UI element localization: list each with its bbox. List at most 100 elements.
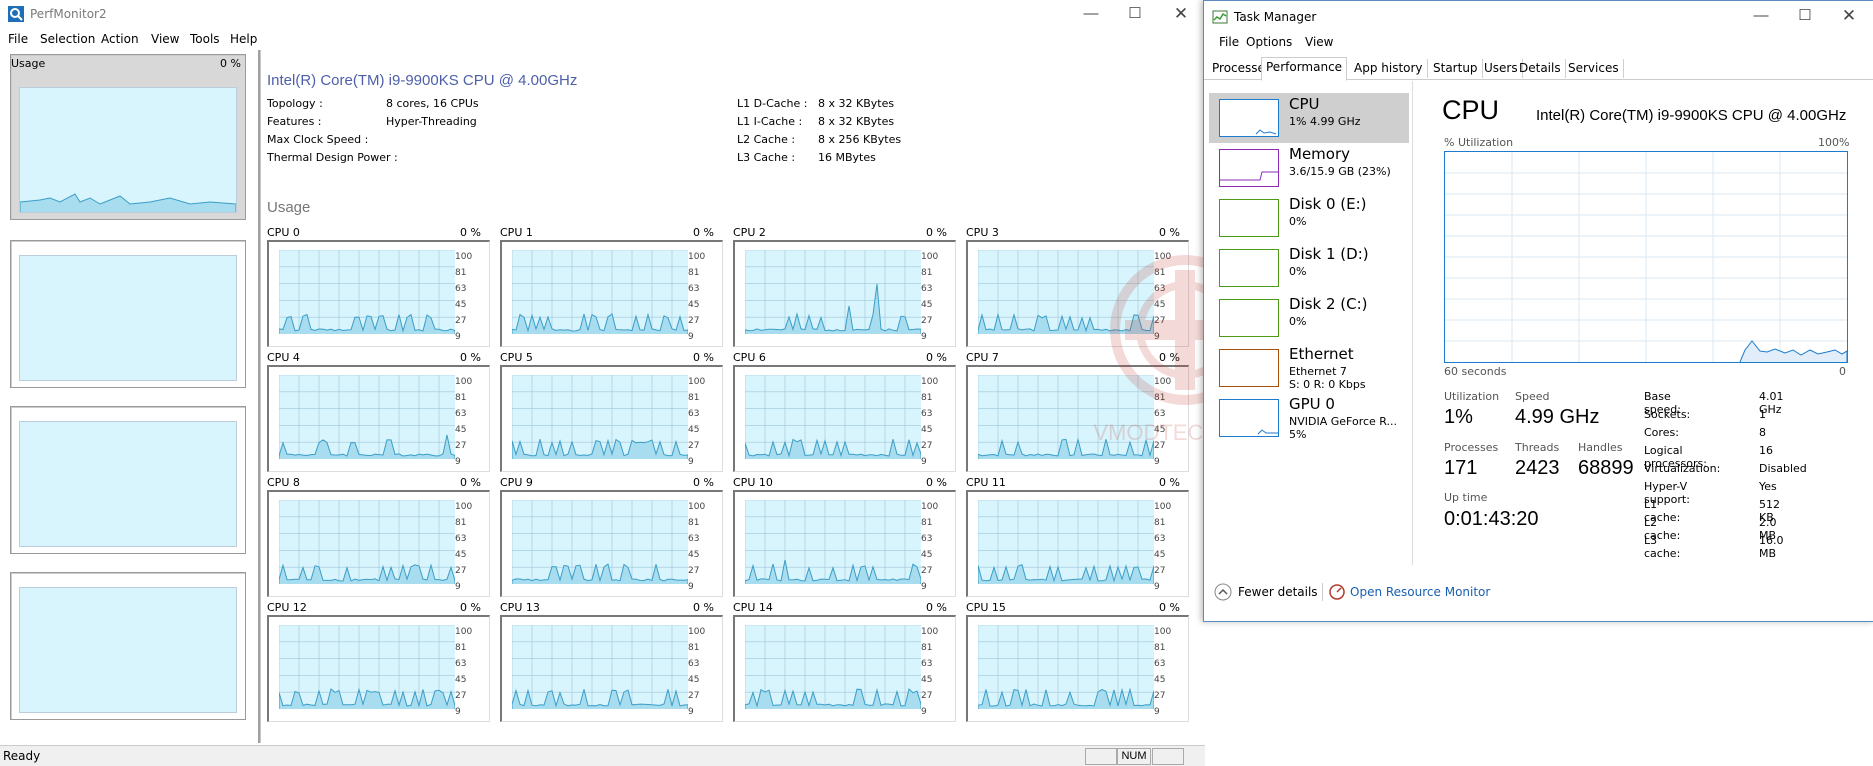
perfmonitor-title: PerfMonitor2 xyxy=(30,7,107,21)
core-label: CPU 5 xyxy=(500,351,533,364)
core-axis-tick: 9 xyxy=(1154,457,1160,467)
core-graph-frame: 100 81 63 45 27 9 xyxy=(733,490,956,597)
resource-item-ethernet[interactable]: Ethernet Ethernet 7 S: 0 R: 0 Kbps xyxy=(1209,343,1409,393)
stat-speed-label: Speed xyxy=(1515,390,1550,403)
core-graph-cpu-14[interactable]: CPU 14 0 % 100 81 63 45 27 9 xyxy=(733,601,956,722)
resource-item-disk-0-e[interactable]: Disk 0 (E:) 0% xyxy=(1209,193,1409,243)
chevron-up-icon[interactable] xyxy=(1214,583,1232,601)
core-graph-cpu-9[interactable]: CPU 9 0 % 100 81 63 45 27 9 xyxy=(500,476,723,597)
core-axis-tick: 100 xyxy=(921,627,939,637)
core-graph-cpu-11[interactable]: CPU 11 0 % 100 81 63 45 27 9 xyxy=(966,476,1189,597)
cpu-utilization-chart xyxy=(1445,152,1848,363)
menu-file[interactable]: File xyxy=(8,32,28,46)
core-percent: 0 % xyxy=(460,226,481,239)
spec-value: 8 xyxy=(1759,426,1766,439)
core-graph-frame: 100 81 63 45 27 9 xyxy=(966,490,1189,597)
close-button[interactable]: ✕ xyxy=(1160,3,1202,25)
spec-l2-value: 8 x 256 KBytes xyxy=(818,133,902,146)
cpu-name-heading: Intel(R) Core(TM) i9-9900KS CPU @ 4.00GH… xyxy=(267,72,578,89)
status-num: NUM xyxy=(1117,748,1151,765)
tab-performance[interactable]: Performance xyxy=(1261,57,1348,81)
stat-processes-value: 171 xyxy=(1444,457,1478,479)
menu-action[interactable]: Action xyxy=(101,32,139,46)
menu-selection[interactable]: Selection xyxy=(40,32,95,46)
core-graph-cpu-13[interactable]: CPU 13 0 % 100 81 63 45 27 9 xyxy=(500,601,723,722)
resource-item-memory[interactable]: Memory 3.6/15.9 GB (23%) xyxy=(1209,143,1409,193)
tm-menu-file[interactable]: File xyxy=(1219,35,1239,49)
resource-sparkline xyxy=(1220,200,1278,236)
core-axis-tick: 9 xyxy=(921,707,927,717)
resource-item-gpu-0[interactable]: GPU 0 NVIDIA GeForce R... 5% xyxy=(1209,393,1409,443)
spec-value: 16.0 MB xyxy=(1759,534,1784,560)
core-axis-tick: 45 xyxy=(455,300,467,310)
core-graph-cpu-0[interactable]: CPU 0 0 % 100 81 63 45 27 9 xyxy=(267,226,490,347)
core-label: CPU 14 xyxy=(733,601,773,614)
tab-details[interactable]: Details xyxy=(1515,59,1566,78)
core-axis-tick: 81 xyxy=(1154,518,1166,528)
core-label: CPU 6 xyxy=(733,351,766,364)
core-axis-tick: 45 xyxy=(921,675,933,685)
core-graph-cpu-1[interactable]: CPU 1 0 % 100 81 63 45 27 9 xyxy=(500,226,723,347)
resource-thumbnail xyxy=(1219,349,1279,387)
stat-uptime-label: Up time xyxy=(1444,491,1488,504)
core-axis-tick: 27 xyxy=(1154,691,1166,701)
stat-speed-value: 4.99 GHz xyxy=(1515,406,1600,428)
core-graph-cpu-5[interactable]: CPU 5 0 % 100 81 63 45 27 9 xyxy=(500,351,723,472)
stat-uptime-value: 0:01:43:20 xyxy=(1444,508,1539,530)
tab-startup[interactable]: Startup xyxy=(1429,59,1483,78)
core-graph-cpu-2[interactable]: CPU 2 0 % 100 81 63 45 27 9 xyxy=(733,226,956,347)
core-axis-tick: 45 xyxy=(921,300,933,310)
left-panel-2[interactable] xyxy=(10,240,246,388)
core-graph-frame: 100 81 63 45 27 9 xyxy=(500,240,723,347)
core-graph-cpu-15[interactable]: CPU 15 0 % 100 81 63 45 27 9 xyxy=(966,601,1189,722)
core-axis-tick: 45 xyxy=(688,425,700,435)
core-axis-tick: 100 xyxy=(921,377,939,387)
tm-menu-view[interactable]: View xyxy=(1305,35,1333,49)
core-axis-tick: 9 xyxy=(1154,582,1160,592)
tm-menu-options[interactable]: Options xyxy=(1246,35,1292,49)
core-graph-cpu-4[interactable]: CPU 4 0 % 100 81 63 45 27 9 xyxy=(267,351,490,472)
core-axis-tick: 81 xyxy=(455,643,467,653)
menu-tools[interactable]: Tools xyxy=(190,32,220,46)
core-sparkline xyxy=(279,375,455,459)
core-percent: 0 % xyxy=(1159,226,1180,239)
core-axis-tick: 63 xyxy=(455,409,467,419)
core-axis-tick: 100 xyxy=(455,377,473,387)
resource-item-cpu[interactable]: CPU 1% 4.99 GHz xyxy=(1209,93,1409,143)
core-axis-tick: 9 xyxy=(688,457,694,467)
core-graph-cpu-8[interactable]: CPU 8 0 % 100 81 63 45 27 9 xyxy=(267,476,490,597)
core-graph-cpu-12[interactable]: CPU 12 0 % 100 81 63 45 27 9 xyxy=(267,601,490,722)
tm-close-button[interactable]: ✕ xyxy=(1828,5,1870,27)
resource-item-disk-1-d[interactable]: Disk 1 (D:) 0% xyxy=(1209,243,1409,293)
left-panel-4[interactable] xyxy=(10,572,246,720)
core-percent: 0 % xyxy=(926,351,947,364)
resource-item-disk-2-c[interactable]: Disk 2 (C:) 0% xyxy=(1209,293,1409,343)
fewer-details-link[interactable]: Fewer details xyxy=(1238,585,1318,599)
usage-panel-value: 0 % xyxy=(220,57,241,70)
minimize-button[interactable]: — xyxy=(1070,3,1112,25)
core-axis-tick: 100 xyxy=(921,502,939,512)
resource-list: CPU 1% 4.99 GHz Memory 3.6/15.9 GB (23%) Dis… xyxy=(1204,81,1413,565)
left-panel-3[interactable] xyxy=(10,406,246,554)
perfmonitor-window: PerfMonitor2 — ☐ ✕ File Selection Action… xyxy=(0,0,1205,766)
core-sparkline xyxy=(745,250,921,334)
resource-sparkline xyxy=(1220,300,1278,336)
tm-maximize-button[interactable]: ☐ xyxy=(1784,5,1826,27)
core-axis-tick: 63 xyxy=(1154,659,1166,669)
menu-help[interactable]: Help xyxy=(230,32,257,46)
core-axis-tick: 63 xyxy=(921,409,933,419)
core-graph-cpu-6[interactable]: CPU 6 0 % 100 81 63 45 27 9 xyxy=(733,351,956,472)
menu-view[interactable]: View xyxy=(151,32,179,46)
core-axis-tick: 45 xyxy=(921,550,933,560)
core-graph-cpu-10[interactable]: CPU 10 0 % 100 81 63 45 27 9 xyxy=(733,476,956,597)
core-axis-tick: 27 xyxy=(921,441,933,451)
tm-minimize-button[interactable]: — xyxy=(1740,5,1782,27)
open-resource-monitor-link[interactable]: Open Resource Monitor xyxy=(1350,585,1490,599)
tab-services[interactable]: Services xyxy=(1564,59,1624,78)
usage-panel-label: Usage xyxy=(11,57,46,70)
tab-app-history[interactable]: App history xyxy=(1350,59,1428,78)
core-axis-tick: 100 xyxy=(455,627,473,637)
usage-panel[interactable]: Usage 0 % xyxy=(10,54,246,220)
maximize-button[interactable]: ☐ xyxy=(1114,3,1156,25)
core-axis-tick: 81 xyxy=(1154,643,1166,653)
